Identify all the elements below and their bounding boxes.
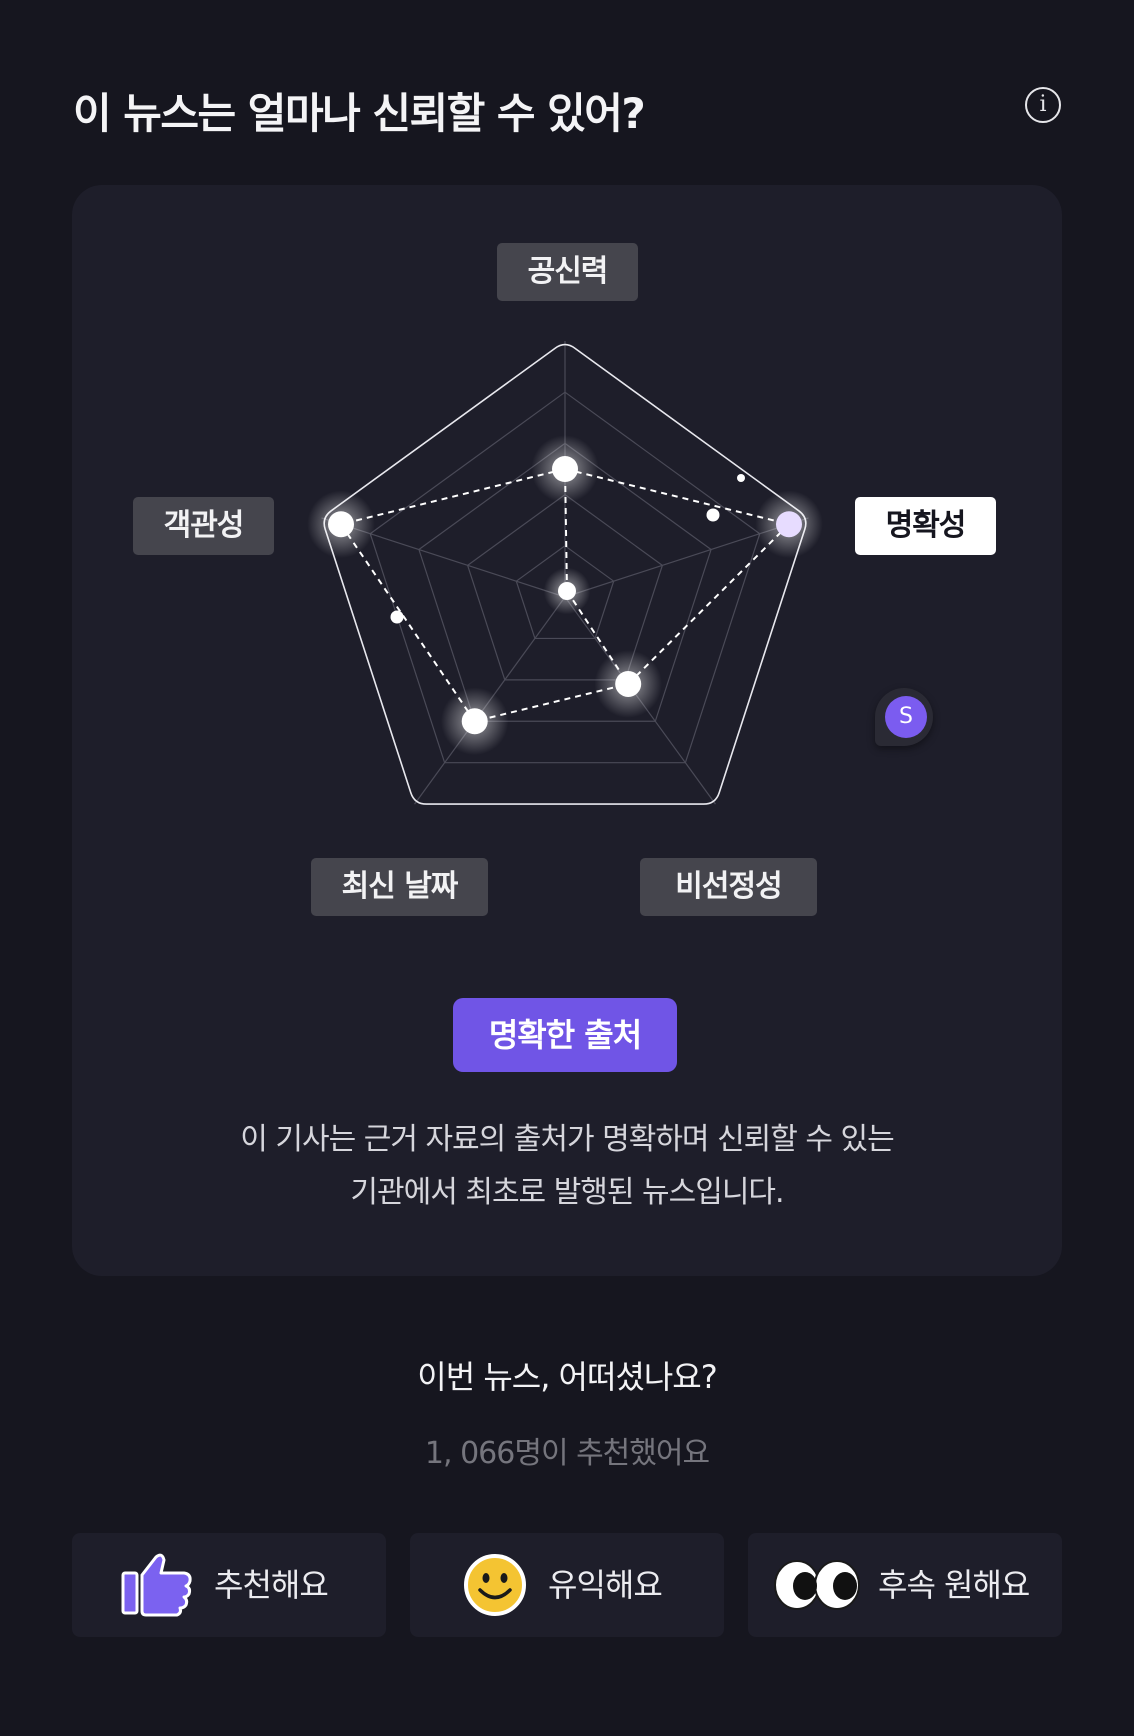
follow-up-button[interactable]: 후속 원해요 xyxy=(748,1533,1062,1637)
info-icon[interactable]: i xyxy=(1025,87,1061,123)
radar-center-point[interactable] xyxy=(558,582,576,600)
sparkle-dot xyxy=(390,610,404,624)
radar-point-1[interactable] xyxy=(775,511,802,538)
header: 이 뉴스는 얼마나 신뢰할 수 있어? i xyxy=(73,70,1061,140)
description: 이 기사는 근거 자료의 출처가 명확하며 신뢰할 수 있는 기관에서 최초로 … xyxy=(132,1113,1002,1219)
thumbs-up-icon xyxy=(121,1553,192,1617)
axis-label-clarity[interactable]: 명확성 xyxy=(855,497,996,555)
page-title: 이 뉴스는 얼마나 신뢰할 수 있어? xyxy=(73,89,646,138)
user-cursor-badge: S xyxy=(875,688,933,746)
smiley-icon xyxy=(464,1554,526,1616)
radar-points xyxy=(307,435,823,756)
follow-up-label: 후속 원해요 xyxy=(878,1566,1030,1604)
axis-label-authority[interactable]: 공신력 xyxy=(497,243,638,301)
radar-chart xyxy=(307,341,823,805)
useful-button[interactable]: 유익해요 xyxy=(410,1533,724,1637)
source-tag: 명확한 출처 xyxy=(453,998,677,1072)
axis-label-recency[interactable]: 최신 날짜 xyxy=(311,858,488,916)
axis-label-objectivity[interactable]: 객관성 xyxy=(133,497,274,555)
useful-label: 유익해요 xyxy=(548,1566,663,1604)
radar-point-0[interactable] xyxy=(552,456,578,482)
user-cursor-letter: S xyxy=(885,696,927,738)
sparkle-dot xyxy=(706,508,720,522)
trust-card: 공신력 명확성 비선정성 최신 날짜 객관성 S 명확한 출처 이 기사는 근거… xyxy=(72,185,1062,1276)
axis-label-non-sensational[interactable]: 비선정성 xyxy=(640,858,817,916)
description-line: 기관에서 최초로 발행된 뉴스입니다. xyxy=(350,1175,784,1210)
radar-point-3[interactable] xyxy=(461,708,488,735)
recommend-button[interactable]: 추천해요 xyxy=(72,1533,386,1637)
radar-point-2[interactable] xyxy=(615,670,642,697)
feedback-question: 이번 뉴스, 어떠셨나요? xyxy=(417,1358,717,1396)
radar-point-4[interactable] xyxy=(328,511,355,538)
eyes-icon xyxy=(774,1560,860,1610)
recommend-count: 1, 066명이 추천했어요 xyxy=(424,1436,710,1471)
sparkle-dot xyxy=(737,474,745,482)
recommend-label: 추천해요 xyxy=(214,1566,329,1604)
description-line: 이 기사는 근거 자료의 출처가 명확하며 신뢰할 수 있는 xyxy=(240,1122,895,1157)
